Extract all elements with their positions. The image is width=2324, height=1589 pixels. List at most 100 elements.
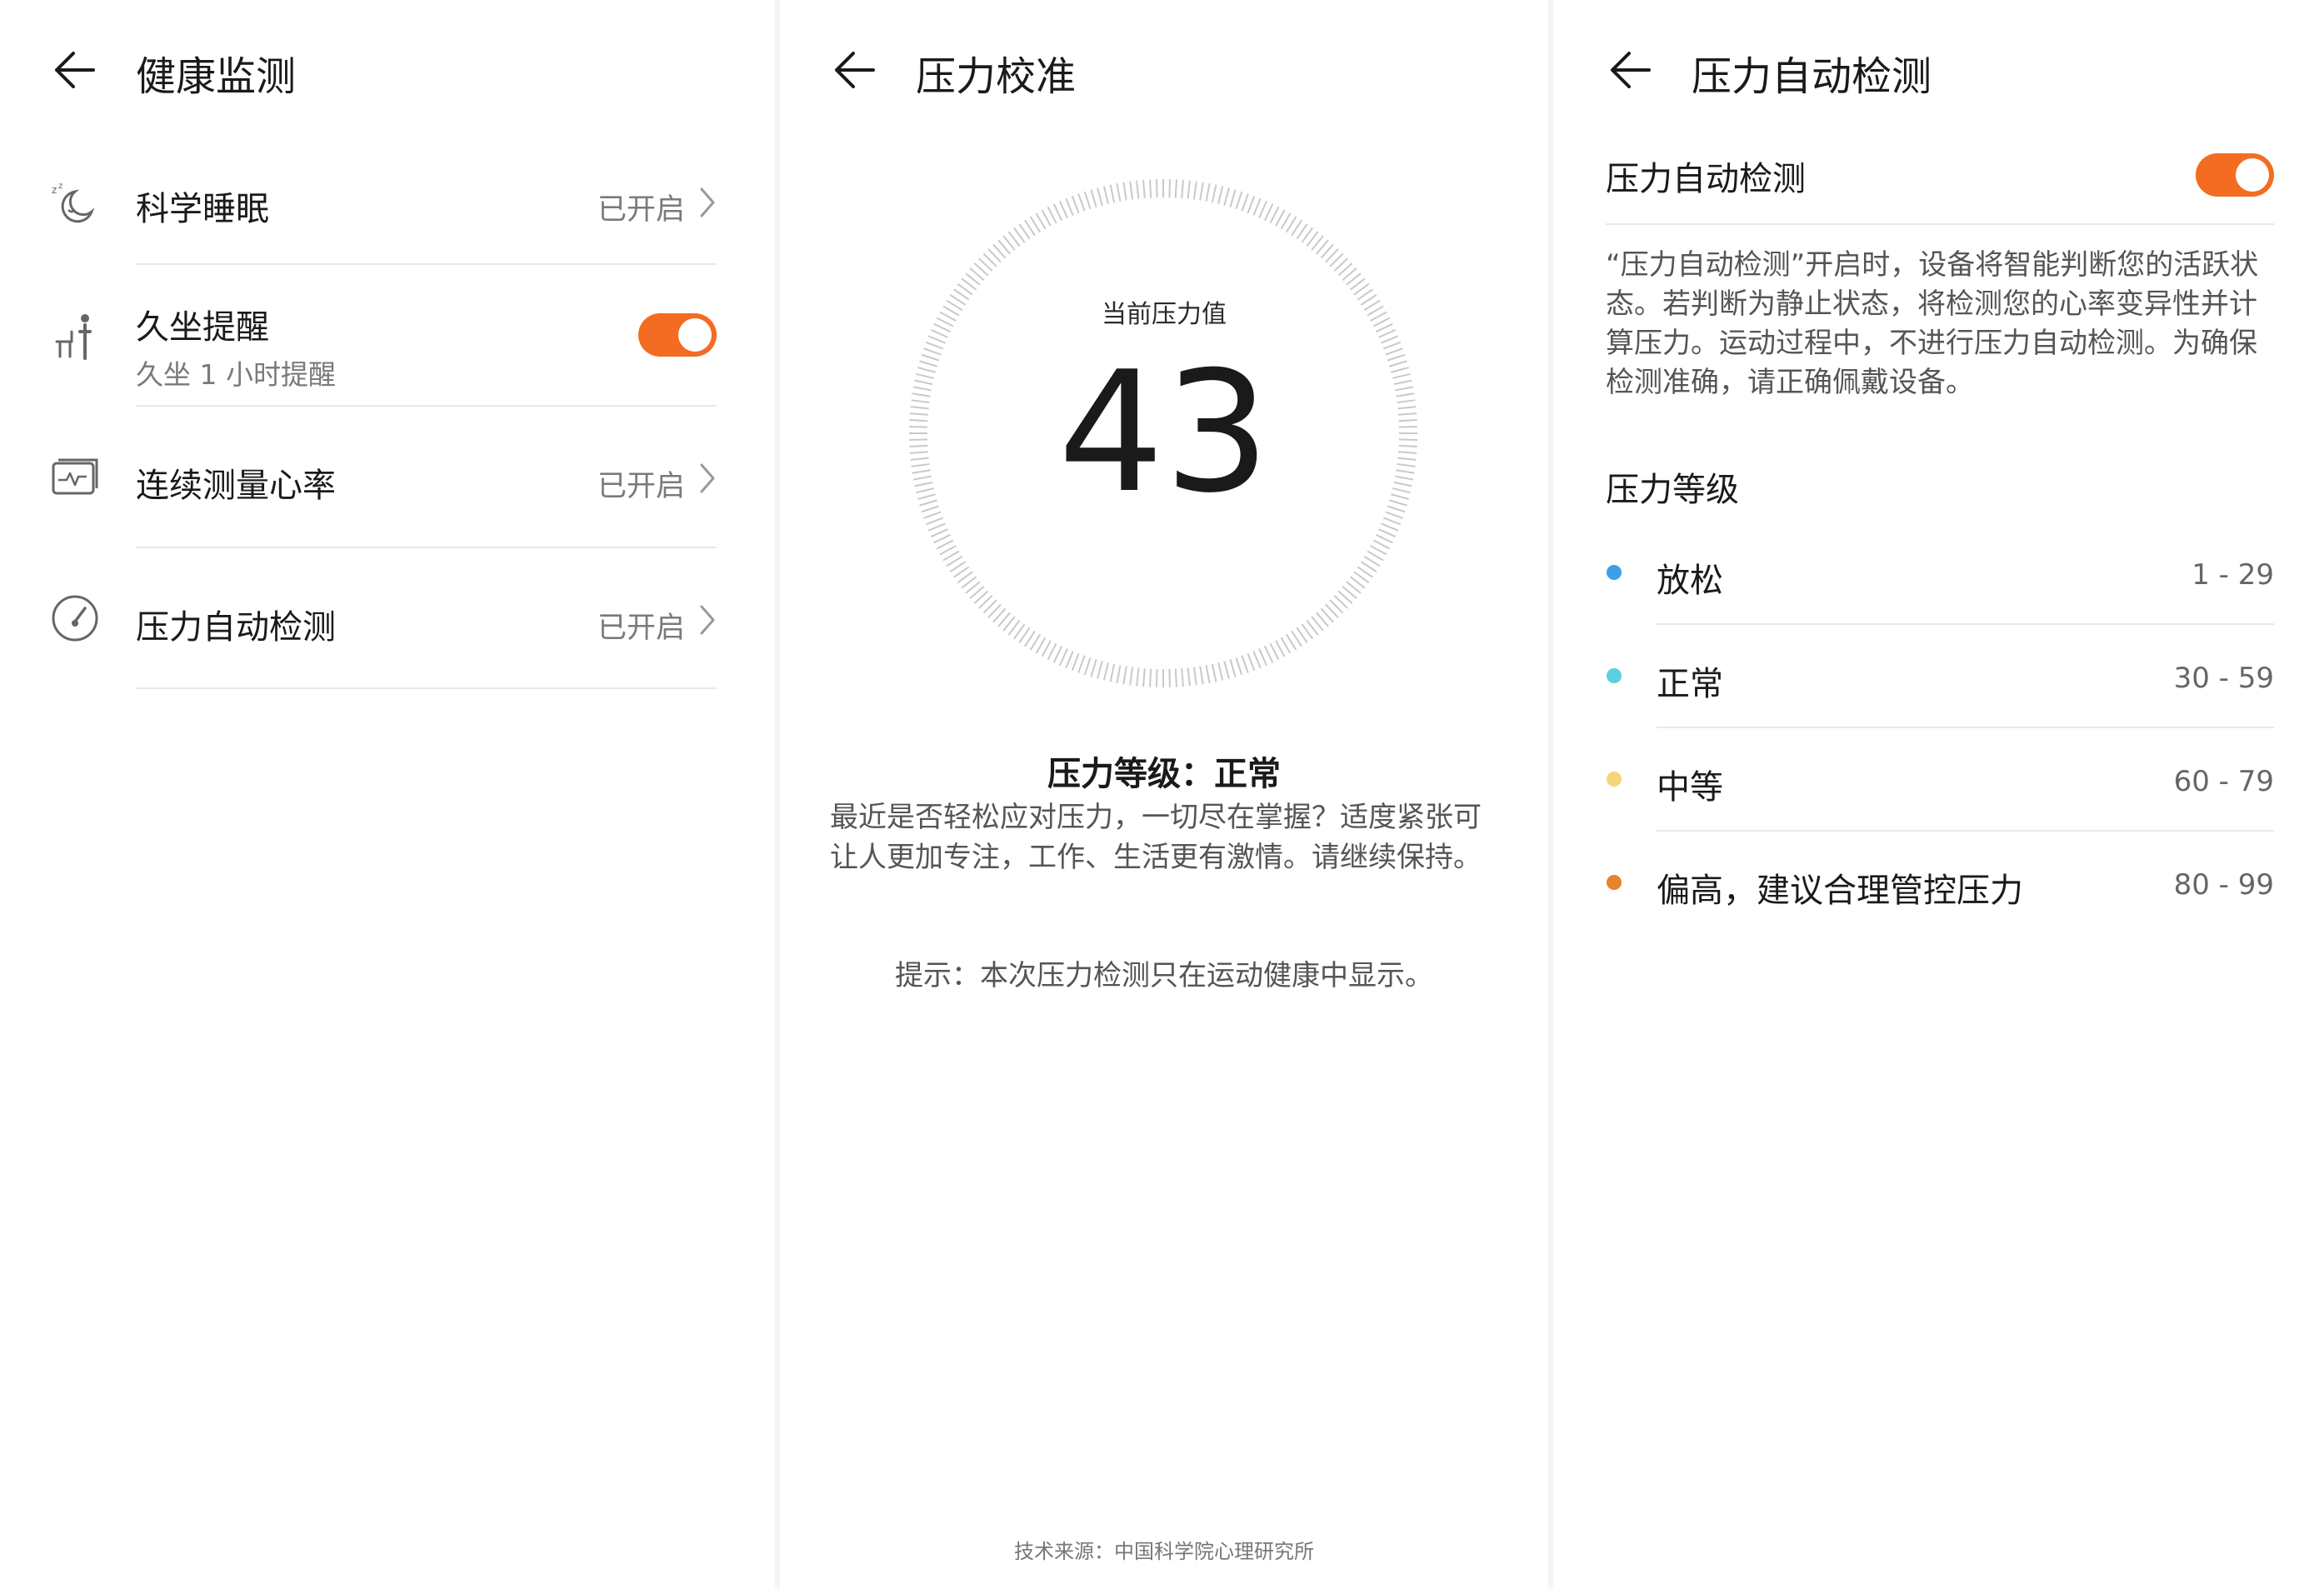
gauge-tick [1372,539,1391,550]
divider [1657,830,2274,832]
gauge-tick [1181,179,1184,198]
gauge-tick [1269,642,1280,661]
gauge-tick [1199,182,1204,201]
gauge-tick [1187,180,1191,199]
gauge-tick [1382,517,1402,526]
gauge-tick [1083,657,1092,676]
gauge-tick [1149,179,1152,198]
heart-rate-icon [52,458,98,495]
level-dot [1607,875,1622,890]
gauge-tick [1217,186,1224,205]
stress-level-moderate: 中等 60 - 79 [1553,757,2324,840]
gauge-tick [1090,189,1097,207]
item-status: 已开启 [597,612,685,645]
divider [1657,623,2274,625]
gauge-tick [1181,668,1184,687]
gauge-tick [1192,667,1197,686]
gauge-tick [1109,184,1116,203]
gauge-tick [1071,195,1080,214]
sedentary-toggle[interactable] [638,313,717,357]
gauge-tick [1168,179,1171,198]
gauge-tick [1269,206,1280,224]
gauge-tick [930,329,948,338]
item-label: 久坐提醒 [136,308,269,347]
sedentary-icon [55,314,92,360]
gauge-tick [1059,648,1068,667]
gauge-tick [1376,533,1393,544]
gauge-label: 当前压力值 [1102,300,1227,329]
stress-value: 43 [1057,336,1271,530]
gauge-tick [1097,187,1103,206]
stress-level-high: 偏高，建议合理管控压力 80 - 99 [1553,860,2324,943]
gauge-tick [1142,179,1146,198]
gauge-tick [1211,184,1217,203]
feature-description: “压力自动检测”开启时，设备将智能判断您的活跃状态。若判断为静止状态，将检测您的… [1606,248,2259,399]
gauge-tick [1052,203,1063,221]
gauge-tick [1102,662,1109,681]
gauge-tick [1136,180,1140,199]
level-range: 80 - 99 [2173,868,2274,902]
list-item-sleep[interactable]: z z 科学睡眠 已开启 [0,167,775,267]
svg-text:z: z [52,184,57,196]
gauge-tick [1097,661,1103,679]
gauge-tick [1275,209,1286,227]
svg-text:z: z [58,182,62,191]
level-dot [1607,668,1622,683]
level-name: 中等 [1657,768,1723,807]
gauge-tick [1275,640,1286,657]
gauge-tick [1136,667,1140,687]
stress-level-description: 最近是否轻松应对压力，一切尽在掌握？适度紧张可让人更加专注，工作、生活更有激情。… [830,801,1482,874]
toggle-label: 压力自动检测 [1606,160,1806,198]
back-arrow-icon[interactable] [1606,47,1656,93]
gauge-tick [1041,209,1052,227]
item-label: 连续测量心率 [136,467,336,505]
gauge-tick [1047,206,1057,224]
gauge-tick [1247,652,1256,672]
gauge-tick [1077,193,1086,212]
level-name: 正常 [1657,665,1723,703]
gauge-tick [1083,191,1092,210]
gauge-tick [1263,203,1274,221]
back-arrow-icon[interactable] [50,47,100,93]
gauge-tick [1122,666,1127,685]
gauge-tick [1229,189,1237,207]
list-item-heart-rate[interactable]: 连续测量心率 已开启 [0,407,775,547]
gauge-tick [1168,668,1171,687]
back-arrow-icon[interactable] [830,47,880,93]
gauge-tick [933,533,951,544]
gauge-tick [925,517,944,526]
item-status: 已开启 [597,193,685,227]
item-subtitle: 久坐 1 小时提醒 [136,358,336,391]
gauge-tick [1247,195,1256,214]
page-title: 压力自动检测 [1692,53,1932,100]
gauge-tick [927,522,946,532]
gauge-tick [1109,663,1116,682]
chevron-right-icon [700,187,715,217]
list-item-sedentary[interactable]: 久坐提醒 久坐 1 小时提醒 [0,265,775,405]
gauge-tick [1129,181,1134,200]
gauge-tick [939,545,957,556]
gauge-tick [1077,655,1086,673]
gauge-tick [1241,655,1249,673]
gauge-tick [1223,661,1230,679]
gauge-tick [1241,193,1249,212]
auto-stress-detection-screen: 压力自动检测 压力自动检测 “压力自动检测”开启时，设备将智能判断您的活跃状态。… [1553,0,2324,1589]
level-range: 60 - 79 [2173,765,2274,798]
auto-detection-toggle[interactable] [2196,153,2274,197]
gauge-tick [1211,663,1217,682]
gauge-tick [1090,659,1097,677]
divider [1606,223,2274,225]
stress-level-relaxed: 放松 1 - 29 [1553,550,2324,633]
divider [136,687,717,689]
gauge-tick [1229,659,1237,677]
gauge-tick [1174,179,1177,198]
gauge-tick [1258,200,1267,218]
gauge-tick [1378,329,1397,338]
gauge-tick [1041,640,1052,657]
toggle-knob [678,318,712,352]
gauge-tick [927,335,946,344]
stress-level-normal: 正常 30 - 59 [1553,653,2324,737]
list-item-stress[interactable]: 压力自动检测 已开启 [0,548,775,688]
level-range: 30 - 59 [2173,662,2274,695]
gauge-tick [1149,668,1152,687]
